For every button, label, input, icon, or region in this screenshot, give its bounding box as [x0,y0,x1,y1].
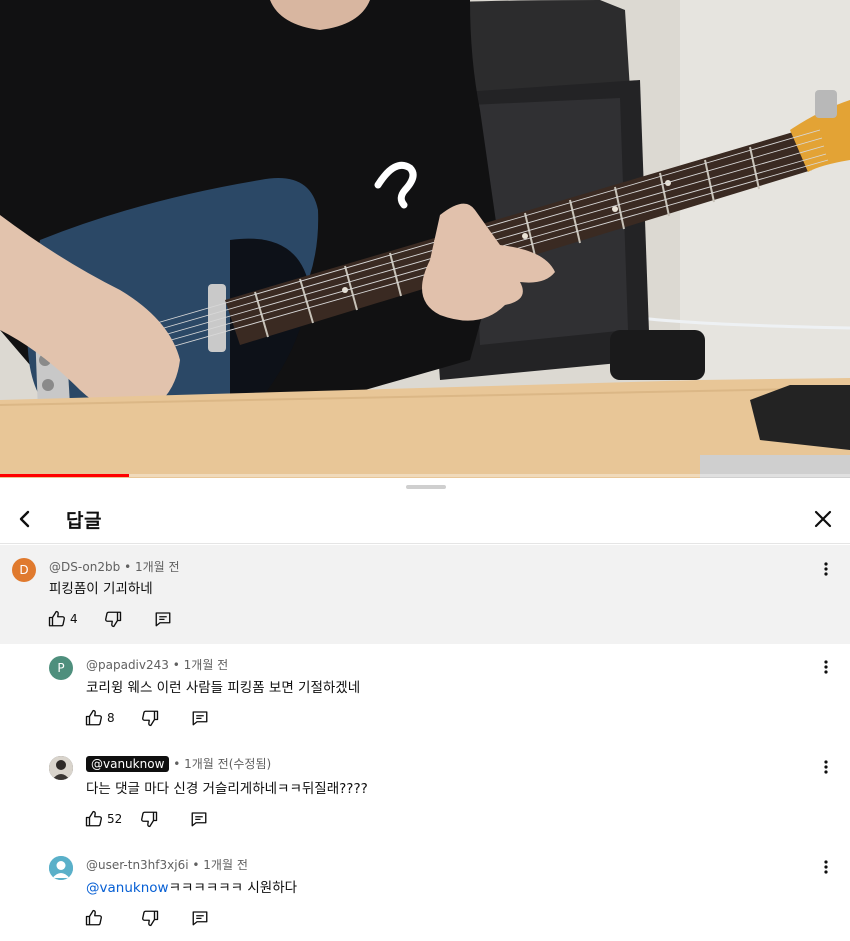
default-avatar-icon [49,856,73,880]
thumbs-down-icon [142,910,159,927]
more-vertical-icon [824,660,828,674]
like-button[interactable]: 4 [48,610,80,628]
video-progress-bar[interactable] [0,474,850,477]
like-button[interactable] [85,909,117,927]
like-count: 8 [107,711,115,725]
author-handle[interactable]: @user-tn3hf3xj6i [86,858,189,872]
reply-button[interactable] [191,709,209,727]
comment-meta: @papadiv243 • 1개월 전 [86,656,228,673]
reply-button[interactable] [191,909,209,927]
reply-item: @vanuknow • 1개월 전(수정됨) 다는 댓글 마다 신경 거슬리게하… [0,744,850,844]
like-count: 52 [107,812,123,826]
thumbs-up-icon [85,709,102,726]
more-options-button[interactable] [816,657,836,677]
more-vertical-icon [824,562,828,576]
comment-time: 1개월 전 [134,560,180,574]
thumbs-up-icon [85,810,102,827]
like-button[interactable]: 8 [85,709,117,727]
drag-handle[interactable] [406,485,446,489]
comment-text: 피킹폼이 기괴하네 [49,581,153,597]
comment-time: 1개월 전 [203,858,248,872]
dislike-button[interactable] [140,810,158,828]
mention-link[interactable]: @vanuknow [86,880,169,896]
more-options-button[interactable] [816,857,836,877]
close-icon [814,510,832,528]
thumbs-down-icon [105,611,122,628]
comment-meta: @DS-on2bb • 1개월 전 [49,558,180,575]
more-vertical-icon [824,860,828,874]
close-button[interactable] [808,504,838,534]
avatar-letter: P [57,661,65,675]
thumbs-up-icon [48,610,65,627]
comment-actions [85,907,209,929]
comment-text-rest: ㅋㅋㅋㅋㅋㅋ 시원하다 [168,880,298,896]
reply-button[interactable] [154,610,172,628]
meta-separator: • [124,560,132,574]
meta-separator: • [172,658,180,672]
comment-meta: @vanuknow • 1개월 전(수정됨) [86,755,271,772]
comment-actions: 52 [85,808,208,830]
like-count: 4 [70,612,78,626]
thumbs-down-icon [141,811,158,828]
chevron-left-icon [19,510,30,528]
more-options-button[interactable] [816,757,836,777]
comment-time: 1개월 전(수정됨) [184,757,272,771]
author-handle[interactable]: @DS-on2bb [49,560,120,574]
avatar[interactable]: D [12,558,36,582]
thumbs-down-icon [142,710,159,727]
author-handle[interactable]: @papadiv243 [86,658,169,672]
avatar[interactable]: P [49,656,73,680]
comment-actions: 4 [48,608,172,630]
comment-meta: @user-tn3hf3xj6i • 1개월 전 [86,856,248,873]
avatar[interactable] [49,756,73,780]
video-frame [0,0,850,478]
reply-icon [192,711,208,726]
parent-comment: D @DS-on2bb • 1개월 전 피킹폼이 기괴하네 4 [0,545,850,644]
dislike-button[interactable] [104,610,122,628]
more-options-button[interactable] [816,559,836,579]
like-button[interactable]: 52 [85,810,122,828]
avatar-photo [49,756,73,780]
video-progress-fill [0,474,130,477]
meta-separator: • [192,858,200,872]
reply-icon [155,612,171,627]
back-button[interactable] [10,504,40,534]
reply-button[interactable] [190,810,208,828]
avatar[interactable] [49,856,73,880]
sheet-title: 답글 [66,510,102,532]
comment-actions: 8 [85,707,209,729]
reply-icon [192,911,208,926]
comment-text: @vanuknowㅋㅋㅋㅋㅋㅋ 시원하다 [86,876,297,896]
dislike-button[interactable] [141,709,159,727]
author-handle[interactable]: @vanuknow [86,756,170,772]
more-vertical-icon [824,760,828,774]
replies-sheet: 답글 D @DS-on2bb • 1개월 전 피킹폼이 기괴하네 4 P @pa… [0,478,850,941]
avatar-letter: D [19,563,29,577]
comment-text: 코리윙 웨스 이런 사람들 피킹폼 보면 기절하겠네 [86,680,361,696]
comment-text: 다는 댓글 마다 신경 거슬리게하네ㅋㅋ뒤질래???? [86,781,368,797]
video-player[interactable] [0,0,850,478]
reply-icon [191,812,207,827]
reply-item: @user-tn3hf3xj6i • 1개월 전 @vanuknowㅋㅋㅋㅋㅋㅋ… [0,844,850,941]
comment-time: 1개월 전 [183,658,229,672]
sheet-header: 답글 [0,496,850,544]
meta-separator: • [173,757,181,771]
thumbs-up-icon [85,909,102,926]
reply-item: P @papadiv243 • 1개월 전 코리윙 웨스 이런 사람들 피킹폼 … [0,644,850,744]
dislike-button[interactable] [141,909,159,927]
